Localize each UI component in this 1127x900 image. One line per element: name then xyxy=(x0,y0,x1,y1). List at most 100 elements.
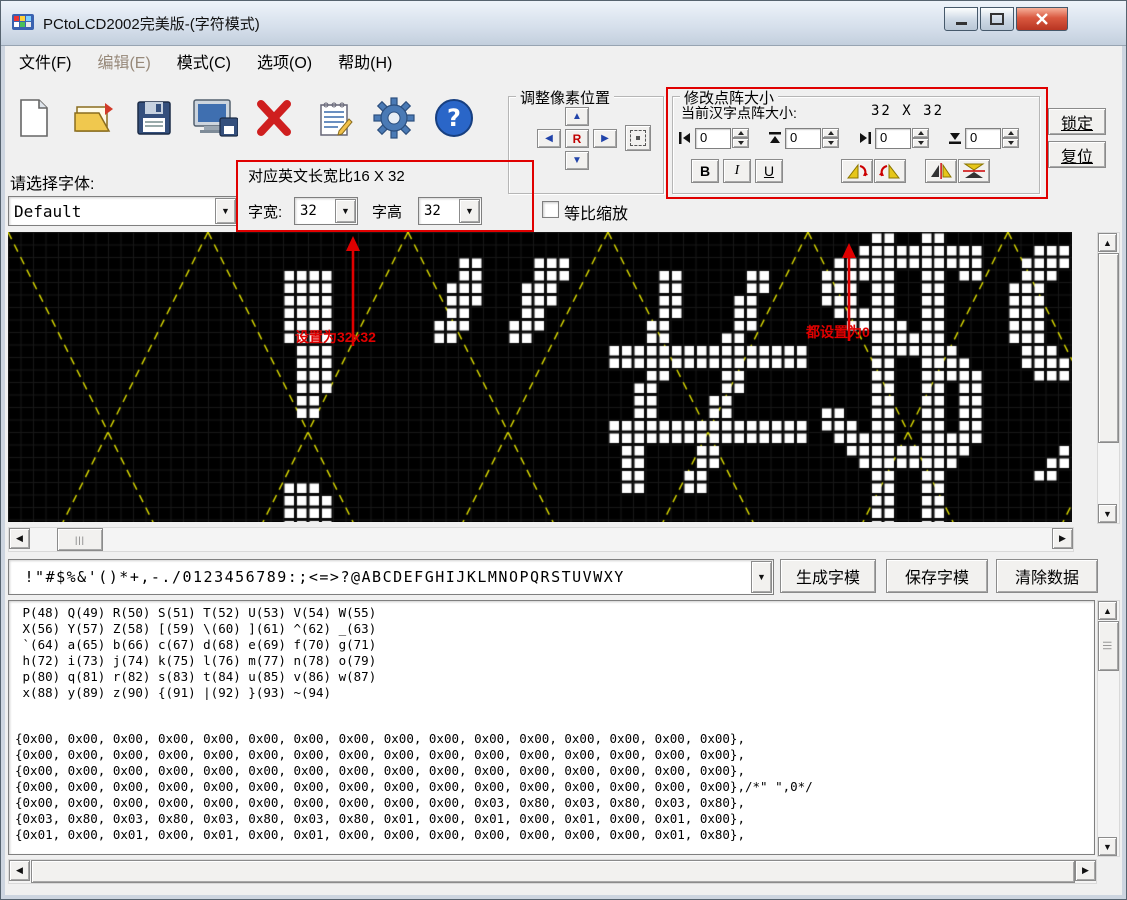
canvas-vertical-thumb[interactable] xyxy=(1098,253,1119,443)
underline-button[interactable]: U xyxy=(755,159,783,183)
char-map-line: x(88) y(89) z(90) {(91) |(92) }(93) ~(94… xyxy=(15,685,1094,701)
char-width-dropdown-icon[interactable]: ▼ xyxy=(335,199,356,223)
menu-edit[interactable]: 编辑(E) xyxy=(84,46,163,76)
up-arrow-icon: ▲ xyxy=(572,111,582,122)
charset-combo[interactable]: !"#$%&'()*+,-./0123456789:;<=>?@ABCDEFGH… xyxy=(8,559,774,595)
trim-right-spinner: 0 xyxy=(857,127,929,149)
notepad-icon xyxy=(315,97,353,139)
output-horizontal-scrollbar[interactable]: ◀ ▶ xyxy=(8,859,1097,884)
italic-button[interactable]: I xyxy=(723,159,751,183)
char-width-combo[interactable]: 32 ▼ xyxy=(294,197,358,225)
notepad-button[interactable] xyxy=(310,92,358,144)
canvas-scroll-left-button[interactable]: ◀ xyxy=(9,528,30,549)
trim-bottom-up[interactable] xyxy=(1002,128,1019,138)
menu-options[interactable]: 选项(O) xyxy=(244,46,325,76)
save-font-button[interactable]: 保存字模 xyxy=(886,559,988,593)
rotate-left-icon xyxy=(844,162,870,180)
output-scroll-down-button[interactable]: ▼ xyxy=(1098,837,1117,856)
rotate-right-icon xyxy=(877,162,903,180)
toolbar: ? xyxy=(10,82,505,154)
close-button[interactable] xyxy=(1016,7,1068,31)
delete-button[interactable] xyxy=(250,92,298,144)
char-map-line: h(72) i(73) j(74) k(75) l(76) m(77) n(78… xyxy=(15,653,1094,669)
hex-data-line: {0x00, 0x00, 0x00, 0x00, 0x00, 0x00, 0x0… xyxy=(15,779,1094,795)
menu-help[interactable]: 帮助(H) xyxy=(325,46,405,76)
trim-left-down[interactable] xyxy=(732,138,749,148)
clear-data-button[interactable]: 清除数据 xyxy=(996,559,1098,593)
canvas-horizontal-thumb[interactable]: ||| xyxy=(57,528,103,551)
menu-mode[interactable]: 模式(C) xyxy=(164,46,244,76)
hex-data-line: {0x01, 0x00, 0x01, 0x00, 0x01, 0x00, 0x0… xyxy=(15,827,1094,843)
new-file-button[interactable] xyxy=(10,92,58,144)
canvas-scroll-down-button[interactable]: ▼ xyxy=(1098,504,1117,523)
current-size-value: 32 X 32 xyxy=(871,103,944,119)
trim-top-down[interactable] xyxy=(822,138,839,148)
settings-button[interactable] xyxy=(370,92,418,144)
output-scroll-left-button[interactable]: ◀ xyxy=(9,860,30,881)
save-file-button[interactable] xyxy=(130,92,178,144)
char-width-value: 32 xyxy=(295,203,334,219)
align-left-icon xyxy=(677,130,693,146)
canvas-horizontal-scrollbar[interactable]: ◀ ||| ▶ xyxy=(8,527,1074,552)
trim-right-value[interactable]: 0 xyxy=(875,128,911,149)
canvas-scroll-up-button[interactable]: ▲ xyxy=(1098,233,1117,252)
trim-bottom-down[interactable] xyxy=(1002,138,1019,148)
output-horizontal-thumb[interactable] xyxy=(31,860,1075,883)
new-file-icon xyxy=(15,96,53,140)
move-right-button[interactable]: ▶ xyxy=(593,129,617,148)
font-select-dropdown-icon[interactable]: ▼ xyxy=(215,198,236,224)
bold-button[interactable]: B xyxy=(691,159,719,183)
char-height-combo[interactable]: 32 ▼ xyxy=(418,197,482,225)
trim-bottom-value[interactable]: 0 xyxy=(965,128,1001,149)
charset-dropdown-icon[interactable]: ▼ xyxy=(751,561,772,593)
output-vertical-scrollbar[interactable]: ▲ ||| ▼ xyxy=(1097,600,1120,857)
reset-position-button[interactable]: R xyxy=(565,129,589,148)
trim-top-spinner: 0 xyxy=(767,127,839,149)
trim-left-up[interactable] xyxy=(732,128,749,138)
menu-file[interactable]: 文件(F) xyxy=(6,46,84,76)
generate-font-button[interactable]: 生成字模 xyxy=(780,559,876,593)
move-left-button[interactable]: ◀ xyxy=(537,129,561,148)
maximize-button[interactable] xyxy=(980,7,1014,31)
align-bottom-icon xyxy=(947,130,963,146)
flip-horizontal-button[interactable] xyxy=(925,159,957,183)
move-down-button[interactable]: ▼ xyxy=(565,151,589,170)
minimize-button[interactable] xyxy=(944,7,978,31)
flip-vertical-icon xyxy=(961,162,987,180)
app-icon xyxy=(11,11,35,35)
help-icon: ? xyxy=(433,97,475,139)
trim-right-up[interactable] xyxy=(912,128,929,138)
font-select-combo[interactable]: Default ▼ xyxy=(8,196,238,226)
help-button[interactable]: ? xyxy=(430,92,478,144)
char-map-line: P(48) Q(49) R(50) S(51) T(52) U(53) V(54… xyxy=(15,605,1094,621)
char-height-dropdown-icon[interactable]: ▼ xyxy=(459,199,480,223)
hex-data-line: {0x00, 0x00, 0x00, 0x00, 0x00, 0x00, 0x0… xyxy=(15,731,1094,747)
output-area[interactable]: P(48) Q(49) R(50) S(51) T(52) U(53) V(54… xyxy=(8,600,1095,855)
rotate-left-button[interactable] xyxy=(841,159,873,183)
center-marker-button[interactable] xyxy=(625,125,651,151)
open-file-icon xyxy=(71,97,117,139)
reset-button[interactable]: 复位 xyxy=(1048,141,1106,168)
rotate-right-button[interactable] xyxy=(874,159,906,183)
output-scroll-right-button[interactable]: ▶ xyxy=(1075,860,1096,881)
open-file-button[interactable] xyxy=(70,92,118,144)
trim-right-down[interactable] xyxy=(912,138,929,148)
annotation-size-note: 设置为32x32 xyxy=(295,327,376,347)
app-window: PCtoLCD2002完美版-(字符模式) 文件(F) 编辑(E) 模式(C) … xyxy=(0,0,1127,900)
lcd-edit-canvas[interactable] xyxy=(8,232,1072,522)
aspect-lock-checkbox[interactable] xyxy=(542,201,559,218)
move-up-button[interactable]: ▲ xyxy=(565,107,589,126)
canvas-vertical-scrollbar[interactable]: ▲ ▼ xyxy=(1097,232,1120,524)
left-arrow-icon: ◀ xyxy=(545,133,553,144)
trim-left-value[interactable]: 0 xyxy=(695,128,731,149)
output-scroll-up-button[interactable]: ▲ xyxy=(1098,601,1117,620)
output-vertical-thumb[interactable]: ||| xyxy=(1098,621,1119,671)
trim-top-up[interactable] xyxy=(822,128,839,138)
trim-top-value[interactable]: 0 xyxy=(785,128,821,149)
center-marker-icon xyxy=(630,130,646,146)
lock-button[interactable]: 锁定 xyxy=(1048,108,1106,135)
hex-data-line: {0x03, 0x80, 0x03, 0x80, 0x03, 0x80, 0x0… xyxy=(15,811,1094,827)
flip-vertical-button[interactable] xyxy=(958,159,990,183)
export-to-lcd-button[interactable] xyxy=(190,92,238,144)
canvas-scroll-right-button[interactable]: ▶ xyxy=(1052,528,1073,549)
